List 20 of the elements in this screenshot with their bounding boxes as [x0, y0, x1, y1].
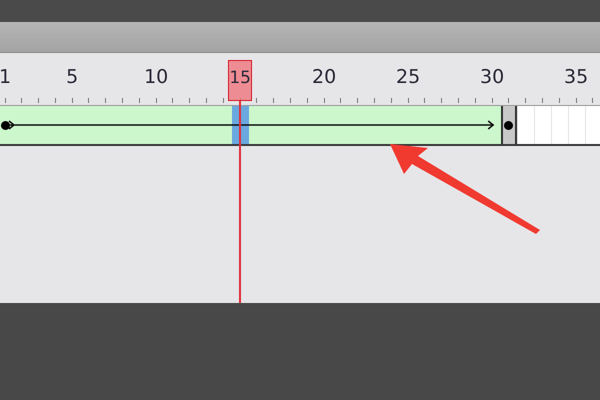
keyframe-dot-icon [504, 120, 514, 130]
keyframe-cell[interactable] [500, 106, 518, 144]
frame-number: 10 [144, 66, 168, 88]
keyframe-dot-icon [0, 120, 10, 130]
frame-number: 5 [66, 66, 78, 88]
frame-number: 25 [396, 66, 420, 88]
frame-cell[interactable] [517, 106, 534, 144]
frame-number: 35 [564, 66, 588, 88]
frame-cell[interactable] [484, 106, 501, 144]
keyframe-cell[interactable] [0, 106, 14, 144]
frame-number: 1 [0, 66, 12, 88]
frame-cell[interactable] [550, 106, 568, 144]
frame-cell[interactable] [248, 106, 266, 144]
frame-cell[interactable] [568, 106, 584, 144]
playhead[interactable]: 15 [228, 60, 252, 101]
frame-number: 20 [312, 66, 336, 88]
frame-number: 30 [480, 66, 504, 88]
frame-cell[interactable] [534, 106, 551, 144]
frame-cell[interactable] [214, 106, 232, 144]
frame-cell[interactable] [584, 106, 600, 144]
